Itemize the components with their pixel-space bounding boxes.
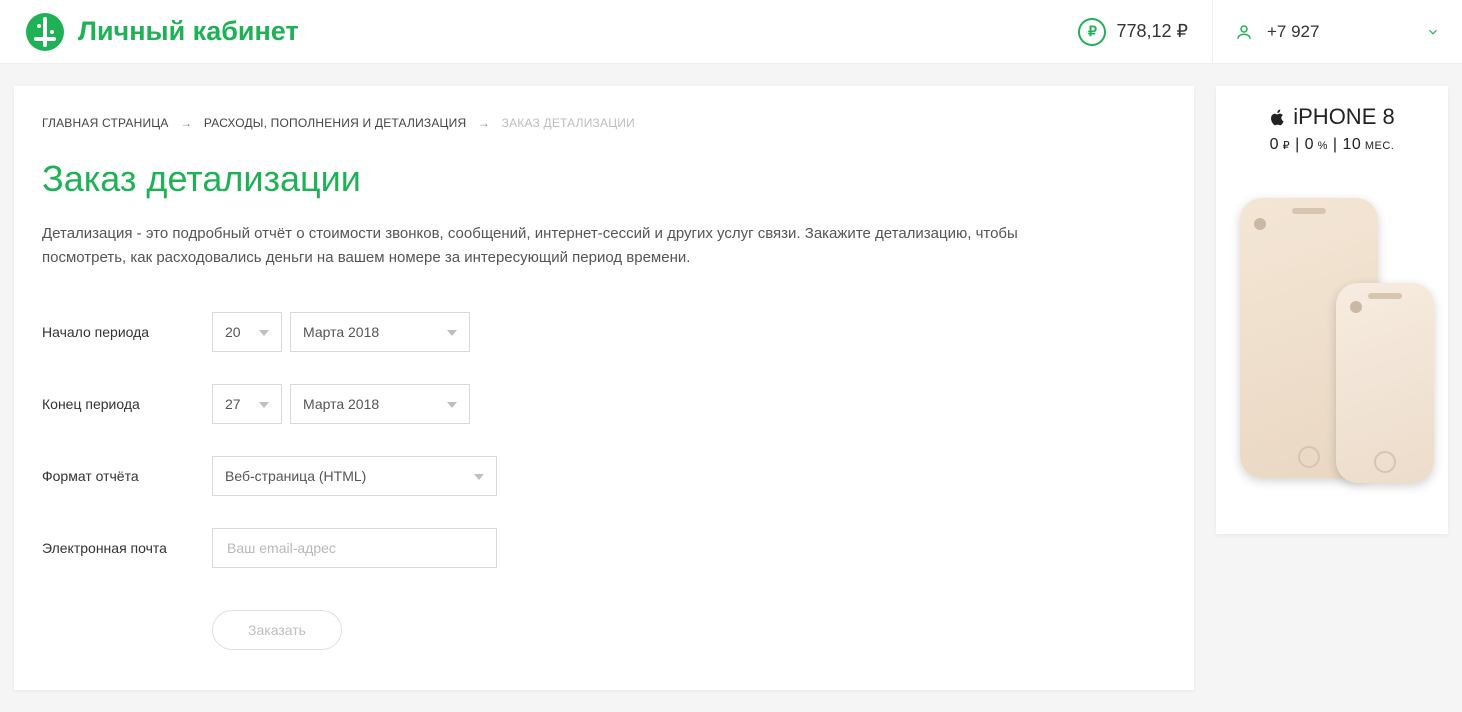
- end-month-select[interactable]: Марта 2018: [290, 384, 470, 424]
- account-phone: +7 927: [1267, 22, 1319, 42]
- caret-down-icon: [259, 402, 269, 408]
- chevron-down-icon: [1426, 25, 1440, 39]
- arrow-right-icon: →: [478, 116, 490, 130]
- caret-down-icon: [447, 330, 457, 336]
- end-period-label: Конец периода: [42, 396, 212, 412]
- logo-label: Личный кабинет: [78, 16, 299, 47]
- page-title: Заказ детализации: [42, 158, 1166, 200]
- ad-banner[interactable]: iPHONE 8 0 ₽ | 0 % | 10 МЕС.: [1216, 86, 1448, 534]
- apple-icon: [1269, 108, 1287, 126]
- main-card: ГЛАВНАЯ СТРАНИЦА → РАСХОДЫ, ПОПОЛНЕНИЯ И…: [14, 86, 1194, 690]
- ad-image: [1216, 168, 1448, 518]
- start-day-select[interactable]: 20: [212, 312, 282, 352]
- ruble-icon: ₽: [1078, 18, 1106, 46]
- breadcrumb-section[interactable]: РАСХОДЫ, ПОПОЛНЕНИЯ И ДЕТАЛИЗАЦИЯ: [204, 116, 466, 130]
- email-label: Электронная почта: [42, 540, 212, 556]
- format-label: Формат отчёта: [42, 468, 212, 484]
- logo[interactable]: Личный кабинет: [0, 13, 299, 51]
- arrow-right-icon: →: [180, 116, 192, 130]
- format-select[interactable]: Веб-страница (HTML): [212, 456, 497, 496]
- ad-title: iPHONE 8: [1216, 104, 1448, 130]
- start-period-label: Начало периода: [42, 324, 212, 340]
- caret-down-icon: [474, 474, 484, 480]
- balance-value: 778,12 ₽: [1116, 21, 1188, 42]
- start-month-select[interactable]: Марта 2018: [290, 312, 470, 352]
- breadcrumb-current: ЗАКАЗ ДЕТАЛИЗАЦИИ: [502, 116, 635, 130]
- caret-down-icon: [447, 402, 457, 408]
- email-field[interactable]: [212, 528, 497, 568]
- user-icon: [1235, 23, 1253, 41]
- breadcrumb: ГЛАВНАЯ СТРАНИЦА → РАСХОДЫ, ПОПОЛНЕНИЯ И…: [42, 116, 1166, 130]
- logo-icon: [26, 13, 64, 51]
- account-dropdown[interactable]: +7 927: [1212, 0, 1462, 64]
- balance[interactable]: ₽ 778,12 ₽: [1078, 18, 1212, 46]
- order-button[interactable]: Заказать: [212, 610, 342, 650]
- page-description: Детализация - это подробный отчёт о стои…: [42, 222, 1082, 270]
- ad-subtitle: 0 ₽ | 0 % | 10 МЕС.: [1216, 136, 1448, 154]
- end-day-select[interactable]: 27: [212, 384, 282, 424]
- caret-down-icon: [259, 330, 269, 336]
- header: Личный кабинет ₽ 778,12 ₽ +7 927: [0, 0, 1462, 64]
- breadcrumb-home[interactable]: ГЛАВНАЯ СТРАНИЦА: [42, 116, 169, 130]
